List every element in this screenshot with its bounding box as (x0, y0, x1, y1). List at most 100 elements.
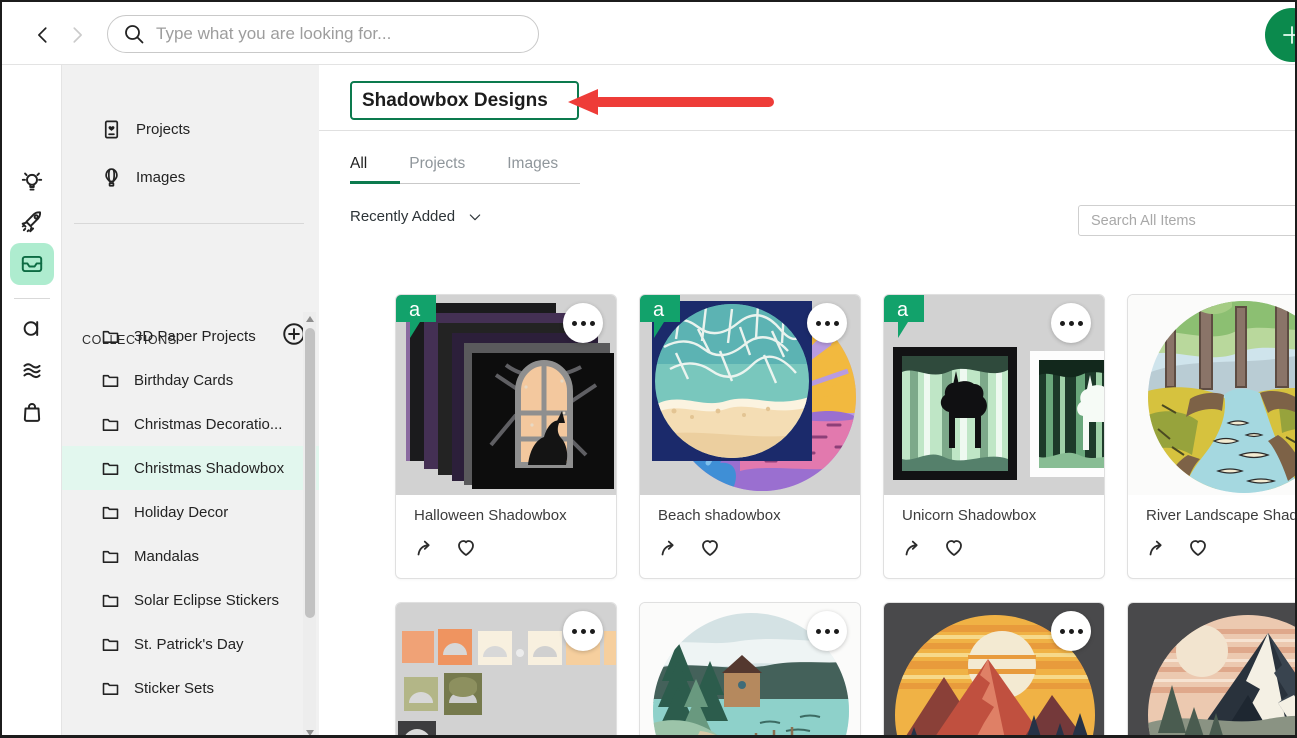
access-badge: a (884, 295, 926, 341)
project-card-unicorn[interactable]: a Unicorn Shadowbox (883, 294, 1105, 579)
folder-christmas-decorations[interactable]: Christmas Decoratio... (62, 402, 319, 446)
folder-st-patricks-day[interactable]: St. Patrick's Day (62, 622, 319, 666)
card-menu-button[interactable] (807, 303, 847, 343)
project-card-heart-icon (100, 118, 123, 141)
tab-images[interactable]: Images (507, 149, 558, 183)
card-thumbnail (1128, 295, 1297, 495)
global-search (107, 15, 539, 53)
share-button[interactable] (658, 536, 682, 560)
share-button[interactable] (414, 536, 438, 560)
access-a-icon (19, 315, 45, 341)
card-thumbnail (1128, 603, 1297, 738)
card-title: River Landscape Shadow (1146, 507, 1297, 524)
share-button[interactable] (1146, 536, 1170, 560)
tab-underline (350, 183, 580, 184)
card-menu-button[interactable] (563, 303, 603, 343)
svg-text:a: a (653, 299, 665, 321)
folder-mandalas[interactable]: Mandalas (62, 534, 319, 578)
rail-item-inspiration[interactable] (10, 161, 54, 203)
card-thumbnail: a (396, 295, 616, 495)
rail-item-access[interactable] (10, 307, 54, 349)
rail-item-materials[interactable] (10, 349, 54, 391)
search-icon (122, 22, 146, 46)
card-title: Halloween Shadowbox (414, 507, 598, 524)
card-title: Beach shadowbox (658, 507, 842, 524)
card-menu-button[interactable] (563, 611, 603, 651)
folder-christmas-shadowbox[interactable]: Christmas Shadowbox (62, 446, 319, 490)
card-title: Unicorn Shadowbox (902, 507, 1086, 524)
folder-icon (100, 502, 121, 523)
back-button[interactable] (30, 22, 56, 48)
folder-icon (100, 458, 121, 479)
share-icon (902, 536, 926, 560)
annotation-arrow (568, 86, 780, 118)
heart-icon (1186, 536, 1210, 560)
global-search-input[interactable] (156, 24, 524, 44)
triangle-down-icon (306, 730, 314, 736)
svg-text:a: a (409, 299, 421, 321)
project-card-mountain-sunset[interactable] (883, 602, 1105, 738)
project-card-river[interactable]: River Landscape Shadow (1127, 294, 1297, 579)
folder-icon (100, 634, 121, 655)
sort-dropdown[interactable]: Recently Added (350, 208, 483, 225)
scroll-up-button[interactable] (303, 312, 316, 326)
folder-3d-paper-projects[interactable]: 3D Paper Projects (62, 314, 319, 358)
favorite-button[interactable] (942, 536, 966, 560)
favorite-button[interactable] (454, 536, 478, 560)
card-thumbnail (396, 603, 616, 738)
sidebar-item-images[interactable]: Images (62, 155, 319, 199)
sidebar-item-label: Images (136, 169, 185, 186)
folder-icon (100, 735, 121, 738)
card-thumbnail (884, 603, 1104, 738)
header-divider (319, 130, 1297, 131)
ellipsis-icon (572, 321, 577, 326)
folder-icon (100, 678, 121, 699)
card-menu-button[interactable] (1051, 611, 1091, 651)
items-search-input[interactable] (1078, 205, 1297, 236)
active-tab-indicator (350, 181, 400, 184)
project-card-snow-mountain[interactable] (1127, 602, 1297, 738)
folder-icon (100, 370, 121, 391)
scrollbar-thumb[interactable] (305, 328, 315, 618)
folder-icon (100, 414, 121, 435)
rocket-icon (19, 209, 45, 235)
heart-icon (942, 536, 966, 560)
folder-sticker-sets[interactable]: Sticker Sets (62, 666, 319, 710)
favorite-button[interactable] (1186, 536, 1210, 560)
project-card-layers[interactable] (395, 602, 617, 738)
project-card-halloween[interactable]: a Halloween Shadowbox (395, 294, 617, 579)
shopping-bag-icon (19, 399, 45, 425)
project-card-beach[interactable]: a Beach shadowbox (639, 294, 861, 579)
rail-item-launch[interactable] (10, 201, 54, 243)
rail-divider (14, 298, 50, 299)
tab-all[interactable]: All (350, 149, 367, 183)
project-card-lake[interactable] (639, 602, 861, 738)
rail-item-shop[interactable] (10, 391, 54, 433)
folder-solar-eclipse-stickers[interactable]: Solar Eclipse Stickers (62, 578, 319, 622)
card-menu-button[interactable] (1051, 303, 1091, 343)
sidebar-item-projects[interactable]: Projects (62, 107, 319, 151)
new-project-button[interactable] (1265, 8, 1297, 62)
heart-icon (454, 536, 478, 560)
scroll-down-button[interactable] (303, 726, 316, 738)
hot-air-balloon-icon (100, 166, 123, 189)
share-icon (658, 536, 682, 560)
collection-title-input[interactable]: Shadowbox Designs (350, 81, 579, 120)
top-bar (2, 2, 1295, 65)
lightbulb-icon (19, 169, 45, 195)
tab-projects[interactable]: Projects (409, 149, 465, 183)
share-button[interactable] (902, 536, 926, 560)
folder-tshirt-designs[interactable]: T-Shirt Desi (62, 723, 319, 738)
chevron-down-icon (467, 209, 483, 225)
forward-button[interactable] (64, 22, 90, 48)
favorite-button[interactable] (698, 536, 722, 560)
card-menu-button[interactable] (807, 611, 847, 651)
main-content: Shadowbox Designs All Projects Images Re… (319, 65, 1297, 738)
rail-item-collections[interactable] (10, 243, 54, 285)
folder-birthday-cards[interactable]: Birthday Cards (62, 358, 319, 402)
folder-holiday-decor[interactable]: Holiday Decor (62, 490, 319, 534)
collections-panel: Projects Images COLLECTIONS 3D Paper Pro… (62, 65, 319, 738)
chevron-right-icon (66, 24, 88, 46)
sort-label: Recently Added (350, 208, 455, 225)
card-thumbnail: a (640, 295, 860, 495)
